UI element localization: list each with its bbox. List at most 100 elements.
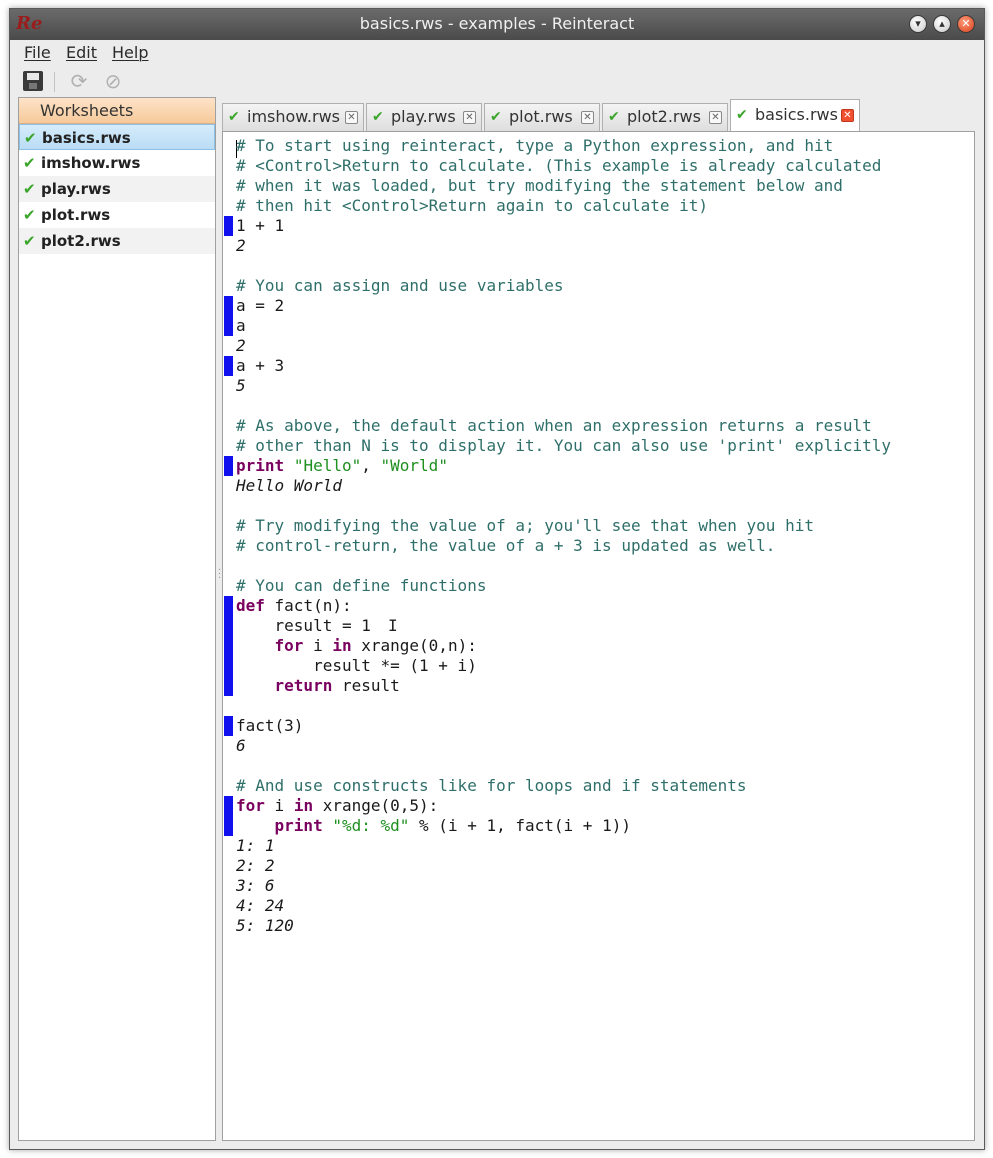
statement-marker <box>224 216 233 236</box>
tab-play[interactable]: ✔ play.rws ✕ <box>366 103 482 131</box>
tab-imshow[interactable]: ✔ imshow.rws ✕ <box>222 103 364 131</box>
check-icon: ✔ <box>23 232 36 250</box>
check-icon: ✔ <box>372 109 384 125</box>
code-comment-line: # You can define functions <box>236 576 487 595</box>
sidebar-item-basics[interactable]: ✔ basics.rws <box>19 124 215 150</box>
output-line: 2: 2 <box>236 856 275 875</box>
sidebar-header[interactable]: Worksheets <box>19 98 215 124</box>
statement-marker <box>224 596 233 696</box>
statement-marker <box>224 356 233 376</box>
close-window-button[interactable]: ✕ <box>957 15 975 33</box>
code-line: a = 2 <box>236 296 285 315</box>
close-tab-icon[interactable]: ✕ <box>841 109 854 122</box>
keyword: for <box>274 636 304 655</box>
menu-bar: File Edit Help <box>10 40 984 66</box>
code-comment-line: # <Control>Return to calculate. (This ex… <box>236 156 882 175</box>
tab-plot2[interactable]: ✔ plot2.rws ✕ <box>602 103 728 131</box>
code-line-highlighted: print "Hello", "World" <box>236 456 448 475</box>
menu-edit[interactable]: Edit <box>66 43 97 62</box>
stop-icon[interactable]: ⊘ <box>102 70 124 92</box>
sidebar-item-label: play.rws <box>41 180 111 198</box>
sidebar-item-play[interactable]: ✔ play.rws <box>19 176 215 202</box>
app-window: Re basics.rws - examples - Reinteract ▾ … <box>9 8 985 1150</box>
output-line: 5: 120 <box>236 916 294 935</box>
code-line-highlighted: print "%d: %d" % (i + 1, fact(i + 1)) <box>274 816 631 835</box>
tab-label: plot.rws <box>509 107 573 126</box>
output-line: 2 <box>236 236 246 255</box>
close-tab-icon[interactable]: ✕ <box>709 111 722 124</box>
sidebar-item-imshow[interactable]: ✔ imshow.rws <box>19 150 215 176</box>
code-line: result *= (1 + i) <box>236 656 477 675</box>
code-comment-line: # control-return, the value of a + 3 is … <box>236 536 776 555</box>
statement-marker <box>224 456 233 476</box>
check-icon: ✔ <box>23 206 36 224</box>
window-title: basics.rws - examples - Reinteract <box>359 14 635 33</box>
statement-marker <box>224 716 233 736</box>
code-comment-line: # when it was loaded, but try modifying … <box>236 176 843 195</box>
output-line: Hello World <box>236 476 342 495</box>
code-comment-line: # other than N is to display it. You can… <box>236 436 892 455</box>
code-line-highlighted: for i in xrange(0,5): <box>236 796 439 815</box>
keyword: for <box>236 796 265 815</box>
keyword: print <box>236 456 285 475</box>
tab-label: basics.rws <box>755 105 838 124</box>
keyword: return <box>274 676 333 695</box>
pane-splitter-handle[interactable]: · · · <box>218 566 221 584</box>
output-line: 2 <box>236 336 246 355</box>
check-icon: ✔ <box>490 109 502 125</box>
string-literal: "Hello" <box>293 456 362 475</box>
check-icon: ✔ <box>608 109 620 125</box>
menu-file[interactable]: File <box>24 43 51 62</box>
minimize-button[interactable]: ▾ <box>909 15 927 33</box>
code-comment-line: # To start using reinteract, type a Pyth… <box>236 136 834 155</box>
sidebar-item-label: imshow.rws <box>41 154 141 172</box>
code-line-highlighted: def fact(n): <box>236 596 352 615</box>
check-icon: ✔ <box>228 109 240 125</box>
keyword: in <box>332 636 352 655</box>
tab-label: plot2.rws <box>627 107 701 126</box>
string-literal: "World" <box>380 456 448 475</box>
close-tab-icon[interactable]: ✕ <box>463 111 476 124</box>
close-tab-icon[interactable]: ✕ <box>345 111 358 124</box>
tab-plot[interactable]: ✔ plot.rws ✕ <box>484 103 600 131</box>
output-line: 6 <box>236 736 246 755</box>
worksheets-sidebar: Worksheets ✔ basics.rws ✔ imshow.rws ✔ p… <box>18 97 216 1141</box>
check-icon: ✔ <box>24 129 37 147</box>
tab-bar: ✔ imshow.rws ✕ ✔ play.rws ✕ ✔ plot.rws ✕… <box>222 97 974 131</box>
toolbar-separator <box>54 72 55 92</box>
text-cursor-icon: I <box>388 616 398 635</box>
keyword: def <box>236 596 265 615</box>
code-comment-line: # As above, the default action when an e… <box>236 416 872 435</box>
refresh-icon[interactable]: ⟳ <box>68 70 90 92</box>
code-line: a <box>236 316 246 335</box>
output-line: 3: 6 <box>236 876 275 895</box>
statement-marker <box>224 296 233 336</box>
close-tab-icon[interactable]: ✕ <box>581 111 594 124</box>
sidebar-item-plot[interactable]: ✔ plot.rws <box>19 202 215 228</box>
menu-help[interactable]: Help <box>112 43 148 62</box>
title-bar[interactable]: Re basics.rws - examples - Reinteract ▾ … <box>10 9 984 40</box>
sidebar-item-label: plot2.rws <box>41 232 121 250</box>
worksheet-editor[interactable]: # To start using reinteract, type a Pyth… <box>222 131 975 1141</box>
code-line: 1 + 1 <box>236 216 285 235</box>
code-comment-line: # then hit <Control>Return again to calc… <box>236 196 709 215</box>
code-line-highlighted: for i in xrange(0,n): <box>274 636 477 655</box>
string-literal: "%d: %d" <box>332 816 410 835</box>
code-line: a + 3 <box>236 356 285 375</box>
keyword: print <box>274 816 323 835</box>
check-icon: ✔ <box>23 154 36 172</box>
sidebar-item-label: plot.rws <box>41 206 111 224</box>
tab-basics[interactable]: ✔ basics.rws ✕ <box>730 99 860 131</box>
sidebar-item-label: basics.rws <box>42 129 131 147</box>
sidebar-item-plot2[interactable]: ✔ plot2.rws <box>19 228 215 254</box>
toolbar: ⟳ ⊘ <box>10 66 984 96</box>
code-line: result = 1 <box>236 616 371 635</box>
maximize-button[interactable]: ▴ <box>933 15 951 33</box>
code-line: fact(3) <box>236 716 304 735</box>
check-icon: ✔ <box>736 107 748 123</box>
statement-marker <box>224 796 233 836</box>
code-comment-line: # Try modifying the value of a; you'll s… <box>236 516 814 535</box>
code-comment-line: # You can assign and use variables <box>236 276 564 295</box>
tab-label: imshow.rws <box>247 107 340 126</box>
save-icon[interactable] <box>22 70 44 92</box>
